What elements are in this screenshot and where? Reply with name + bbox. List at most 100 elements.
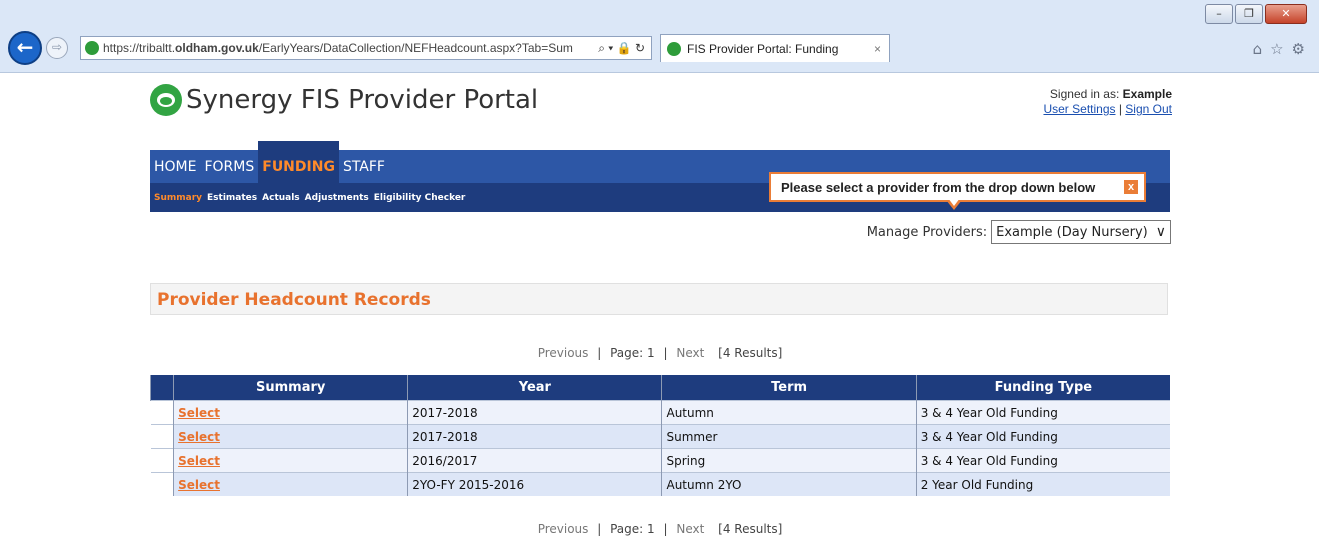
pager-next-link[interactable]: Next xyxy=(676,346,704,360)
table-gutter-header xyxy=(149,375,174,401)
headcount-table: Summary Year Term Funding Type Select 20… xyxy=(149,375,1170,496)
address-bar-tools[interactable]: ⌕ ▾ 🔒 ↻ xyxy=(592,41,651,56)
browser-tab[interactable]: FIS Provider Portal: Funding × xyxy=(660,34,890,62)
nav-item-funding[interactable]: FUNDING xyxy=(258,141,339,183)
url-prefix: https://tribaltt. xyxy=(103,41,176,55)
table-row: Select 2YO-FY 2015-2016 Autumn 2YO 2 Yea… xyxy=(150,472,1170,496)
browser-titlebar: – ❐ ✕ ← ⇨ https://tribaltt.oldham.gov.uk… xyxy=(0,0,1319,73)
synergy-logo-icon xyxy=(150,84,182,116)
pager-separator: | xyxy=(663,522,668,536)
select-link[interactable]: Select xyxy=(178,430,220,444)
pager-previous-link[interactable]: Previous xyxy=(538,522,589,536)
row-term: Summer xyxy=(661,424,917,449)
pager-top: Previous | Page: 1 | Next [4 Results] xyxy=(150,346,1170,360)
manage-providers: Manage Providers: Example (Day Nursery) … xyxy=(867,220,1171,244)
tab-favicon-icon xyxy=(667,41,681,56)
column-header-year: Year xyxy=(407,375,662,401)
pager-results-count: [4 Results] xyxy=(718,522,783,536)
maximize-button[interactable]: ❐ xyxy=(1235,4,1263,24)
provider-select[interactable]: Example (Day Nursery) ∨ xyxy=(991,220,1171,244)
nav-items: HOME FORMS FUNDING STAFF xyxy=(150,141,389,183)
manage-providers-label: Manage Providers: xyxy=(866,224,988,240)
sub-navigation: Summary Estimates Actuals Adjustments El… xyxy=(154,193,465,203)
row-funding-type: 3 & 4 Year Old Funding xyxy=(915,424,1170,449)
portal-logo[interactable]: Synergy FIS Provider Portal xyxy=(150,84,538,116)
pager-page-number: Page: 1 xyxy=(610,346,655,360)
column-header-funding-type: Funding Type xyxy=(915,375,1170,401)
row-select-cell: Select xyxy=(173,400,408,425)
pager-results-count: [4 Results] xyxy=(718,346,783,360)
nav-item-staff[interactable]: STAFF xyxy=(339,150,389,183)
settings-gear-icon[interactable]: ⚙ xyxy=(1292,40,1305,58)
pager-separator: | xyxy=(663,346,668,360)
tab-title: FIS Provider Portal: Funding xyxy=(687,41,839,56)
column-header-term: Term xyxy=(661,375,917,401)
back-button[interactable]: ← xyxy=(8,31,42,65)
account-links: User Settings | Sign Out xyxy=(1043,102,1172,117)
pager-bottom: Previous | Page: 1 | Next [4 Results] xyxy=(150,522,1170,536)
provider-select-value: Example (Day Nursery) xyxy=(996,224,1148,240)
tooltip-message: Please select a provider from the drop d… xyxy=(781,179,1096,195)
select-link[interactable]: Select xyxy=(178,406,220,420)
signed-in-label: Signed in as: xyxy=(1049,87,1123,101)
subnav-eligibility-checker[interactable]: Eligibility Checker xyxy=(374,193,466,203)
row-year: 2016/2017 xyxy=(407,448,662,473)
signed-in-user: Example xyxy=(1122,87,1172,101)
row-term: Autumn xyxy=(661,400,917,425)
url-text[interactable]: https://tribaltt.oldham.gov.uk/EarlyYear… xyxy=(103,41,592,55)
row-year: 2YO-FY 2015-2016 xyxy=(407,472,662,496)
table-row: Select 2016/2017 Spring 3 & 4 Year Old F… xyxy=(150,448,1170,473)
row-gutter xyxy=(150,472,174,496)
row-funding-type: 3 & 4 Year Old Funding xyxy=(915,448,1170,473)
table-row: Select 2017-2018 Summer 3 & 4 Year Old F… xyxy=(150,424,1170,449)
subnav-estimates[interactable]: Estimates xyxy=(207,193,257,203)
pager-separator: | xyxy=(597,346,602,360)
column-header-summary: Summary xyxy=(173,375,408,401)
pager-separator: | xyxy=(597,522,602,536)
row-select-cell: Select xyxy=(173,448,408,473)
chevron-down-icon: ∨ xyxy=(1155,224,1166,240)
nav-item-home[interactable]: HOME xyxy=(150,150,200,183)
row-year: 2017-2018 xyxy=(407,424,662,449)
favorites-star-icon[interactable]: ☆ xyxy=(1270,40,1283,58)
tab-close-icon[interactable]: × xyxy=(874,42,881,56)
signed-in-line: Signed in as: Example xyxy=(1043,87,1172,102)
window-controls: – ❐ ✕ xyxy=(1205,4,1307,24)
nav-item-forms[interactable]: FORMS xyxy=(200,150,258,183)
row-select-cell: Select xyxy=(173,424,408,449)
site-favicon-icon xyxy=(85,41,99,55)
row-term: Spring xyxy=(661,448,917,473)
row-gutter xyxy=(150,448,174,473)
signed-in-panel: Signed in as: Example User Settings | Si… xyxy=(1043,87,1172,117)
select-link[interactable]: Select xyxy=(178,478,220,492)
account-links-separator: | xyxy=(1115,102,1126,116)
url-path: /EarlyYears/DataCollection/NEFHeadcount.… xyxy=(258,41,573,55)
home-icon[interactable]: ⌂ xyxy=(1253,40,1263,58)
sign-out-link[interactable]: Sign Out xyxy=(1125,102,1172,116)
subnav-actuals[interactable]: Actuals xyxy=(262,193,300,203)
pager-page-number: Page: 1 xyxy=(610,522,655,536)
app-title: Synergy FIS Provider Portal xyxy=(186,85,539,115)
browser-toolbar-icons: ⌂ ☆ ⚙ xyxy=(1253,40,1305,58)
row-gutter xyxy=(150,400,174,425)
table-header-row: Summary Year Term Funding Type xyxy=(149,375,1170,401)
pager-next-link[interactable]: Next xyxy=(676,522,704,536)
close-window-button[interactable]: ✕ xyxy=(1265,4,1307,24)
row-funding-type: 2 Year Old Funding xyxy=(915,472,1170,496)
subnav-adjustments[interactable]: Adjustments xyxy=(305,193,369,203)
pager-previous-link[interactable]: Previous xyxy=(538,346,589,360)
address-bar[interactable]: https://tribaltt.oldham.gov.uk/EarlyYear… xyxy=(80,36,652,60)
tooltip-arrow xyxy=(946,198,962,210)
section-title: Provider Headcount Records xyxy=(150,283,1168,315)
subnav-summary[interactable]: Summary xyxy=(154,193,202,203)
url-domain: oldham.gov.uk xyxy=(175,41,259,55)
forward-button[interactable]: ⇨ xyxy=(46,37,68,59)
user-settings-link[interactable]: User Settings xyxy=(1043,102,1115,116)
row-term: Autumn 2YO xyxy=(661,472,917,496)
minimize-button[interactable]: – xyxy=(1205,4,1233,24)
select-link[interactable]: Select xyxy=(178,454,220,468)
row-gutter xyxy=(150,424,174,449)
tooltip-close-icon[interactable]: x xyxy=(1124,180,1138,194)
row-select-cell: Select xyxy=(173,472,408,496)
row-year: 2017-2018 xyxy=(407,400,662,425)
